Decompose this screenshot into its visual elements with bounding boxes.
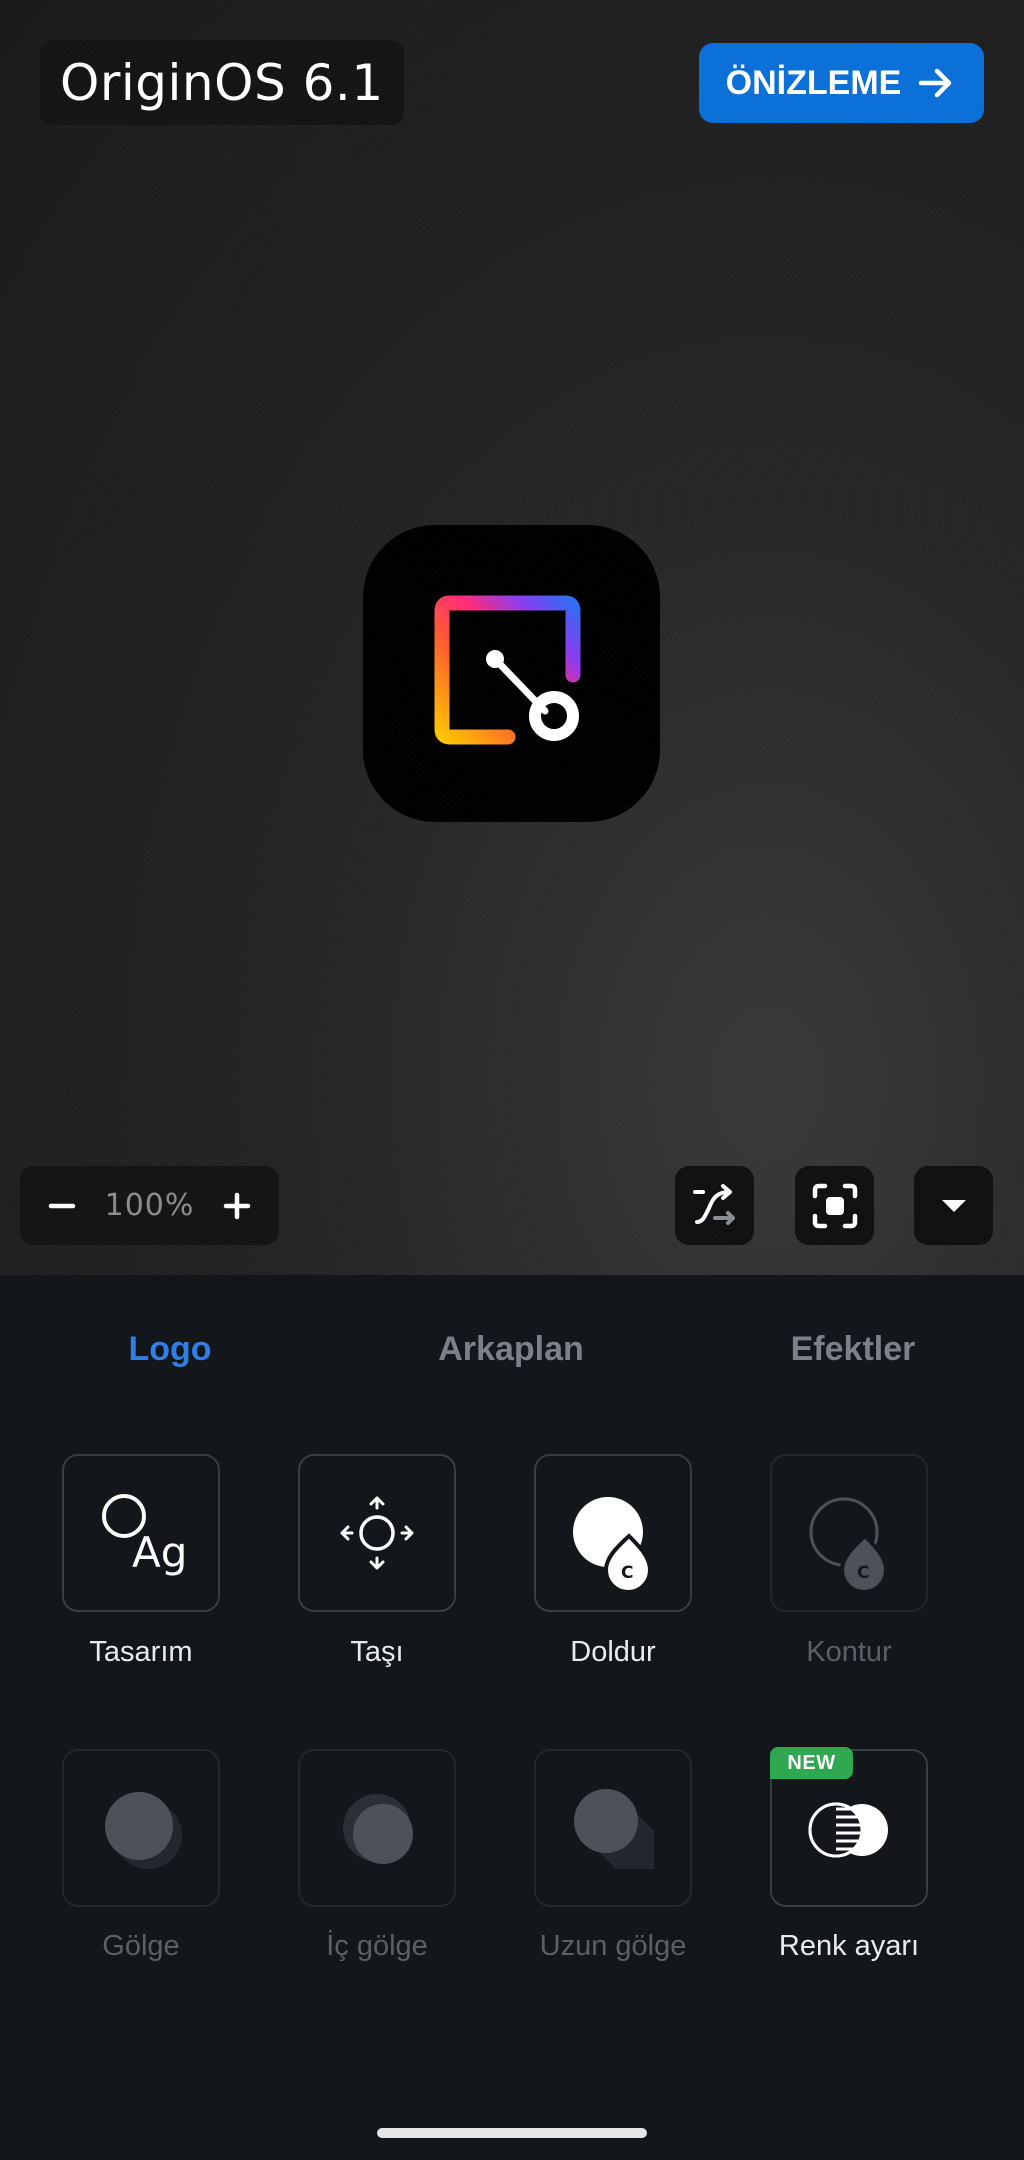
path-tool-button[interactable]	[675, 1166, 754, 1245]
editor-panel: Logo Arkaplan Efektler	[0, 1275, 1024, 2160]
preview-button-label: ÖNİZLEME	[725, 63, 902, 102]
caret-down-icon	[941, 1199, 966, 1212]
minus-icon	[48, 1203, 76, 1208]
stroke-drop-icon: C	[809, 1497, 889, 1594]
tool-move-button[interactable]	[298, 1454, 456, 1612]
plus-icon	[223, 1192, 251, 1219]
zoom-in-button[interactable]	[217, 1186, 257, 1226]
move-icon	[340, 1496, 414, 1570]
zoom-out-button[interactable]	[42, 1186, 82, 1226]
svg-text:C: C	[857, 1563, 869, 1583]
fill-drop-icon: C	[573, 1497, 653, 1594]
tab-logo[interactable]: Logo	[128, 1330, 211, 1369]
more-options-button[interactable]	[914, 1166, 993, 1245]
tool-stroke-button[interactable]: C	[770, 1454, 928, 1612]
shadow-icon	[105, 1792, 182, 1869]
fit-screen-button[interactable]	[795, 1166, 874, 1245]
tool-fill-label: Doldur	[570, 1636, 656, 1668]
zoom-level: 100%	[104, 1188, 195, 1223]
svg-text:Ag: Ag	[132, 1528, 187, 1577]
os-version-label: OriginOS 6.1	[40, 40, 404, 125]
preview-button[interactable]: ÖNİZLEME	[699, 43, 984, 123]
tool-color-adjust-label: Renk ayarı	[778, 1930, 920, 1962]
tool-shadow-button[interactable]	[62, 1749, 220, 1907]
tool-long-shadow-label: Uzun gölge	[539, 1930, 687, 1962]
arrow-right-icon	[919, 68, 952, 98]
tool-fill-button[interactable]: C	[534, 1454, 692, 1612]
home-indicator[interactable]	[377, 2128, 647, 2138]
design-ag-icon: Ag	[102, 1494, 187, 1577]
tool-inner-shadow-label: İç gölge	[326, 1930, 428, 1962]
canvas-area[interactable]: OriginOS 6.1 ÖNİZLEME 100%	[0, 0, 1024, 1275]
tool-inner-shadow-button[interactable]	[298, 1749, 456, 1907]
tab-background[interactable]: Arkaplan	[438, 1330, 584, 1369]
tool-stroke-label: Kontur	[806, 1636, 892, 1668]
tool-long-shadow-button[interactable]	[534, 1749, 692, 1907]
zoom-control: 100%	[20, 1166, 279, 1245]
app-logo-preview[interactable]	[363, 525, 660, 822]
tool-design-button[interactable]: Ag	[62, 1454, 220, 1612]
inner-shadow-icon	[343, 1794, 413, 1864]
tool-move-label: Taşı	[350, 1636, 404, 1668]
tool-design-label: Tasarım	[89, 1636, 193, 1668]
new-badge: NEW	[770, 1747, 853, 1779]
logo-graphic	[434, 595, 581, 745]
tab-effects[interactable]: Efektler	[791, 1330, 916, 1369]
tab-bar: Logo Arkaplan Efektler	[0, 1275, 1024, 1435]
svg-text:C: C	[621, 1563, 633, 1583]
tool-shadow-label: Gölge	[102, 1930, 180, 1962]
long-shadow-icon	[574, 1789, 654, 1869]
focus-frame-icon	[812, 1183, 857, 1228]
path-transform-icon	[692, 1183, 735, 1225]
